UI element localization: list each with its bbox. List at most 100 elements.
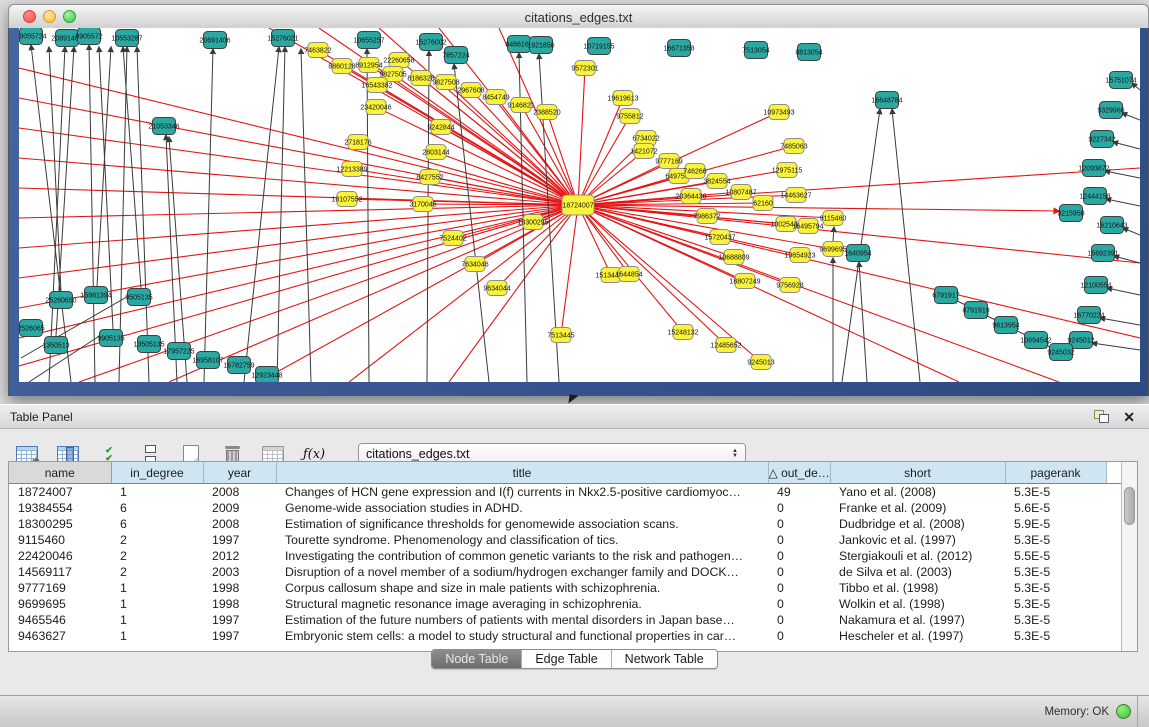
graph-node[interactable]: 9505135: [125, 289, 152, 306]
table-row[interactable]: 946554611997Estimation of the future num…: [9, 612, 1122, 628]
graph-node[interactable]: 9777169: [655, 154, 682, 169]
graph-node[interactable]: 2526065: [19, 320, 45, 337]
graph-node[interactable]: 9242844: [427, 120, 454, 135]
graph-node[interactable]: 22260658: [383, 53, 414, 68]
graph-node[interactable]: 2803144: [422, 145, 449, 160]
graph-node[interactable]: 10688809: [718, 250, 749, 265]
zoom-window-button[interactable]: [63, 10, 76, 23]
graph-node[interactable]: 10719155: [583, 38, 614, 55]
network-canvas[interactable]: 18724007 74638228860128891295422260658 982…: [19, 28, 1140, 382]
graph-node[interactable]: 3170046: [409, 197, 436, 212]
table-row[interactable]: 946362711997Embryonic stem cells: a mode…: [9, 628, 1122, 644]
scrollbar-thumb[interactable]: [1124, 487, 1135, 525]
column-header-in_degree[interactable]: in_degree: [111, 462, 203, 484]
column-header-pagerank[interactable]: pagerank: [1005, 462, 1106, 484]
graph-node[interactable]: 8427552: [416, 170, 443, 185]
graph-node[interactable]: 16958107: [192, 352, 223, 369]
graph-node[interactable]: 10553287: [111, 30, 142, 47]
network-view-window[interactable]: citations_edges.txt 18724007 746382288601…: [8, 4, 1149, 396]
graph-node[interactable]: 8912954: [355, 58, 382, 73]
graph-node[interactable]: 9146821: [507, 98, 534, 113]
column-header-short[interactable]: short: [830, 462, 1005, 484]
graph-node[interactable]: 17957225: [163, 343, 194, 360]
graph-node[interactable]: 16671358: [663, 40, 694, 57]
graph-node[interactable]: 9227342: [1088, 131, 1115, 148]
column-header-name[interactable]: name: [9, 462, 111, 484]
table-row[interactable]: 1456911722003Disruption of a novel membe…: [9, 564, 1122, 580]
graph-node[interactable]: 21053346: [148, 118, 179, 135]
graph-node[interactable]: 16782759: [223, 357, 254, 374]
graph-node[interactable]: 9905135: [97, 330, 124, 347]
minimize-window-button[interactable]: [43, 10, 56, 23]
graph-node[interactable]: 15692391: [1087, 245, 1118, 262]
graph-node[interactable]: 7513054: [742, 42, 769, 59]
graph-node[interactable]: 8860128: [328, 59, 355, 74]
close-panel-icon[interactable]: ✕: [1123, 410, 1135, 424]
graph-node[interactable]: 10655257: [353, 32, 384, 49]
graph-node[interactable]: 15981394: [80, 287, 111, 304]
graph-node[interactable]: 7634046: [461, 257, 488, 272]
graph-node[interactable]: 7513445: [547, 328, 574, 343]
graph-node[interactable]: 2388520: [533, 105, 560, 120]
graph-node[interactable]: 7463822: [304, 43, 331, 58]
graph-node[interactable]: 12923448: [251, 367, 282, 383]
graph-node[interactable]: 2967608: [457, 83, 484, 98]
graph-node[interactable]: 10694542: [1020, 332, 1051, 349]
window-titlebar[interactable]: citations_edges.txt: [8, 4, 1149, 30]
graph-node[interactable]: 9329966: [1097, 102, 1124, 119]
graph-node[interactable]: 18107552: [331, 192, 362, 207]
graph-node[interactable]: 1421072: [630, 144, 657, 159]
graph-node[interactable]: 9634044: [483, 281, 510, 296]
graph-node[interactable]: 18724007: [562, 195, 594, 215]
column-header-title[interactable]: title: [276, 462, 768, 484]
graph-node[interactable]: 9755812: [616, 109, 643, 124]
graph-node[interactable]: 62160: [753, 196, 773, 211]
graph-node[interactable]: 9699695: [819, 242, 846, 257]
column-header-out_de[interactable]: △ out_de…: [768, 462, 830, 484]
graph-node[interactable]: 9613954: [992, 317, 1019, 334]
table-row[interactable]: 1872400712008Changes of HCN gene express…: [9, 484, 1122, 501]
graph-node[interactable]: 1640954: [844, 245, 871, 262]
graph-node[interactable]: 15276002: [415, 34, 446, 51]
tab-network-table[interactable]: Network Table: [611, 650, 717, 668]
graph-node[interactable]: 16770224: [1073, 307, 1104, 324]
graph-node[interactable]: 15276021: [267, 30, 298, 47]
table-row[interactable]: 2242004622012Investigating the contribut…: [9, 548, 1122, 564]
tab-node-table[interactable]: Node Table: [432, 650, 521, 668]
tab-edge-table[interactable]: Edge Table: [521, 650, 610, 668]
table-row[interactable]: 1830029562008Estimation of significance …: [9, 516, 1122, 532]
graph-node[interactable]: 15751074: [1105, 72, 1136, 89]
graph-node[interactable]: 746266: [683, 164, 706, 179]
graph-node[interactable]: 12485652: [710, 338, 741, 353]
table-row[interactable]: 911546021997Tourette syndrome. Phenomeno…: [9, 532, 1122, 548]
graph-node[interactable]: 8454749: [482, 90, 509, 105]
graph-node[interactable]: 16210643: [1096, 217, 1127, 234]
node-table-grid[interactable]: namein_degreeyeartitle△ out_de…shortpage…: [9, 462, 1122, 644]
graph-node[interactable]: 9215958: [1057, 205, 1084, 222]
graph-node[interactable]: 25260650: [45, 292, 76, 309]
graph-node[interactable]: 9756928: [776, 278, 803, 293]
graph-node[interactable]: 8813054: [795, 44, 822, 61]
graph-node[interactable]: 20691406: [199, 32, 230, 49]
graph-node[interactable]: 15248132: [667, 325, 698, 340]
graph-node[interactable]: 19055724: [19, 28, 47, 45]
graph-node[interactable]: 8791919: [962, 302, 989, 319]
column-header-year[interactable]: year: [203, 462, 276, 484]
graph-node[interactable]: 9115460: [820, 211, 847, 226]
graph-node[interactable]: 12100554: [1080, 277, 1111, 294]
graph-node[interactable]: 9245032: [1047, 344, 1074, 361]
node-table[interactable]: namein_degreeyeartitle△ out_de…shortpage…: [8, 461, 1138, 652]
table-row[interactable]: 977716911998Corpus callosum shape and si…: [9, 580, 1122, 596]
graph-node[interactable]: 1921856: [527, 37, 554, 54]
graph-node[interactable]: 7857224: [442, 47, 469, 64]
graph-node[interactable]: 8905572: [75, 28, 102, 45]
graph-node[interactable]: 9827508: [432, 75, 459, 90]
close-window-button[interactable]: [23, 10, 36, 23]
graph-node[interactable]: 2718176: [344, 135, 371, 150]
graph-node[interactable]: 7485063: [780, 139, 807, 154]
graph-node[interactable]: 7524402: [439, 231, 466, 246]
table-row[interactable]: 969969511998Structural magnetic resonanc…: [9, 596, 1122, 612]
graph-node[interactable]: 9572301: [571, 61, 598, 76]
graph-node[interactable]: 12444158: [1079, 188, 1110, 205]
graph-node[interactable]: 1350513: [42, 337, 69, 354]
